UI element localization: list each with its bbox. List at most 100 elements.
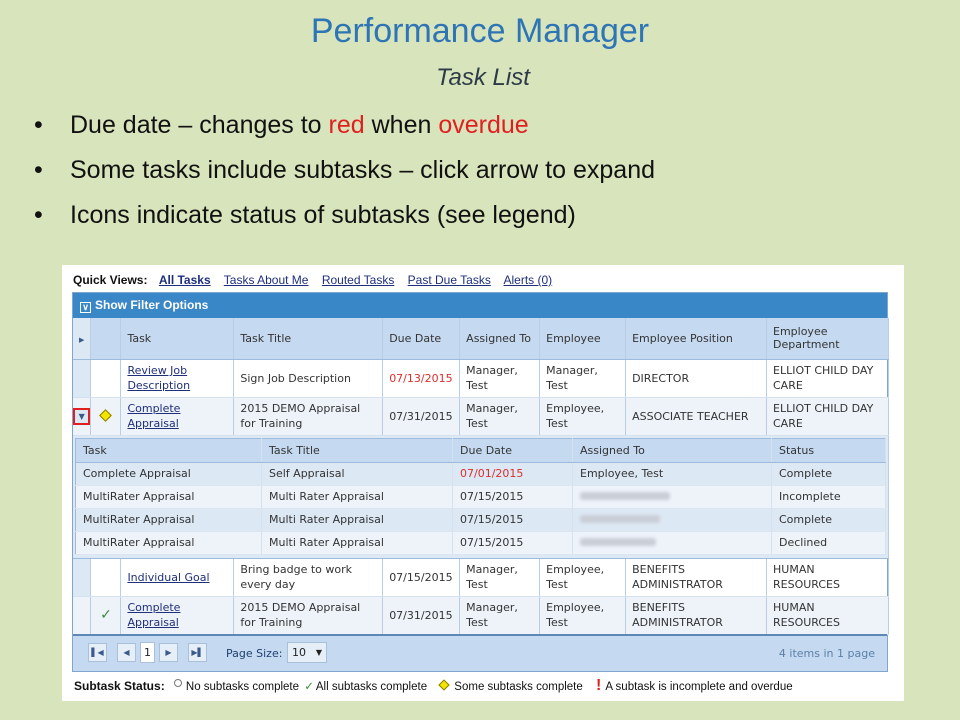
expand-all-toggle[interactable]: ▶ [73,318,92,360]
bullet-text: Icons indicate status of subtasks (see l… [70,201,576,229]
bullet-text: Due date – changes to [70,111,329,139]
assigned-to-cell: Manager, Test [459,359,541,398]
col-header-due-date[interactable]: Due Date [382,318,461,360]
caret-right-icon: ▶ [79,335,85,344]
redacted-name [580,538,656,546]
subtask-table-header: Task Task Title Due Date Assigned To Status [75,438,886,463]
task-row: Individual Goal Bring badge to work every… [73,558,889,597]
employee-department-cell: HUMAN RESOURCES [766,558,889,597]
double-chevron-down-icon: ∨ [80,302,91,313]
legend-some-subtasks: Some subtasks complete [454,681,583,693]
task-row: Review Job Description Sign Job Descripti… [73,359,889,398]
circle-icon [173,679,182,687]
task-title-cell: 2015 DEMO Appraisal for Training [233,397,384,436]
filter-label: Show Filter Options [95,298,209,312]
subtask-col-header-due-date[interactable]: Due Date [452,438,573,463]
subtask-status-cell: Incomplete [771,485,886,509]
slide-title: Performance Manager [310,12,650,50]
subtask-col-header-task[interactable]: Task [75,438,262,463]
first-page-button[interactable]: ▌◀ [88,643,107,662]
subtask-status-cell: Complete [771,508,886,532]
bullet-dot-icon: • [34,156,43,184]
assigned-to-cell: Manager, Test [459,558,541,597]
col-header-employee-department[interactable]: Employee Department [766,318,889,360]
first-page-icon: ▌◀ [91,648,104,657]
subtask-col-header-task-title[interactable]: Task Title [261,438,453,463]
employee-position-cell: BENEFITS ADMINISTRATOR [625,558,767,597]
redacted-name [580,515,660,523]
exclamation-icon: ! [595,677,602,694]
bullet-dot-icon: • [34,201,43,229]
task-link[interactable]: Complete Appraisal [127,601,180,629]
assigned-to-cell: Manager, Test [459,596,541,635]
subtask-status-legend: Subtask Status: No subtasks complete ✓ Al… [74,677,795,695]
task-cell: Complete Appraisal [120,596,235,635]
subtask-row: MultiRater Appraisal Multi Rater Appraisa… [75,485,886,509]
subtask-due-date-cell: 07/15/2015 [452,531,573,555]
task-cell: Complete Appraisal [120,397,235,436]
subtask-task-cell: MultiRater Appraisal [75,485,262,509]
subtask-col-header-assigned-to[interactable]: Assigned To [572,438,772,463]
task-link[interactable]: Complete Appraisal [127,402,180,430]
diamond-icon [438,679,450,691]
subtask-table: Task Task Title Due Date Assigned To Status C… [75,437,886,555]
employee-cell: Employee, Test [539,558,627,597]
col-header-employee[interactable]: Employee [539,318,627,360]
bullet-item: • Due date – changes to red when overdue [30,106,655,151]
bullet-item: • Some tasks include subtasks – click arr… [30,151,655,196]
col-header-task-title[interactable]: Task Title [233,318,384,360]
highlight-text: red [328,111,365,139]
due-date-cell: 07/13/2015 [382,359,461,398]
subtask-cell: Task Task Title Due Date Assigned To Status C… [73,435,889,559]
status-icon-cell [90,397,122,436]
subtask-due-date-cell: 07/01/2015 [452,462,573,486]
page-size-select[interactable]: 10 ▼ [287,642,327,663]
task-table: ▶ Task Task Title Due Date Assigned To E… [73,318,889,635]
subtask-task-cell: MultiRater Appraisal [75,531,262,555]
last-page-icon: ▶▌ [191,648,204,657]
employee-department-cell: ELLIOT CHILD DAY CARE [766,359,889,398]
next-page-button[interactable]: ▶ [159,643,178,662]
task-row: ▼ Complete Appraisal 2015 DEMO Appraisal f… [73,397,889,436]
task-grid: ∨ Show Filter Options ▶ Task Task Title D… [72,292,889,672]
quick-views: Quick Views: All Tasks Tasks About Me Ro… [73,273,562,287]
due-date-cell: 07/31/2015 [382,397,461,436]
quick-view-past-due-tasks[interactable]: Past Due Tasks [408,273,491,287]
legend-overdue-subtask: A subtask is incomplete and overdue [605,681,793,693]
task-link[interactable]: Review Job Description [127,364,190,392]
col-header-assigned-to[interactable]: Assigned To [459,318,541,360]
legend-no-subtasks: No subtasks complete [185,681,300,693]
subtask-assigned-to-cell [572,508,772,532]
redacted-name [580,492,670,500]
legend-all-subtasks: All subtasks complete [315,681,428,693]
last-page-button[interactable]: ▶▌ [188,643,207,662]
subtask-status-cell: Complete [771,462,886,486]
col-header-task[interactable]: Task [120,318,235,360]
subtask-assigned-to-cell: Employee, Test [572,462,772,486]
employee-cell: Manager, Test [539,359,627,398]
expand-cell [73,596,92,635]
task-link[interactable]: Individual Goal [127,571,209,584]
prev-page-icon: ◀ [123,648,130,657]
diamond-icon [99,408,113,422]
employee-department-cell: HUMAN RESOURCES [766,596,889,635]
prev-page-button[interactable]: ◀ [117,643,136,662]
subtask-col-header-status[interactable]: Status [771,438,886,463]
page-size-value: 10 [292,646,306,659]
expand-arrow-icon[interactable]: ▼ [73,407,91,425]
expand-cell[interactable]: ▼ [73,397,92,436]
page-size-label: Page Size: [226,647,283,660]
employee-position-cell: BENEFITS ADMINISTRATOR [625,596,767,635]
show-filter-options-button[interactable]: ∨ Show Filter Options [73,293,887,318]
status-icon-cell: ✓ [90,596,122,635]
subtask-task-cell: Complete Appraisal [75,462,262,486]
current-page[interactable]: 1 [140,642,155,663]
task-title-cell: Bring badge to work every day [233,558,384,597]
quick-view-all-tasks[interactable]: All Tasks [159,273,211,287]
quick-view-alerts[interactable]: Alerts (0) [504,273,553,287]
col-header-employee-position[interactable]: Employee Position [625,318,767,360]
quick-view-routed-tasks[interactable]: Routed Tasks [322,273,395,287]
quick-view-tasks-about-me[interactable]: Tasks About Me [224,273,309,287]
subtask-row: MultiRater Appraisal Multi Rater Appraisa… [75,531,886,555]
bullet-text: when [364,111,439,139]
